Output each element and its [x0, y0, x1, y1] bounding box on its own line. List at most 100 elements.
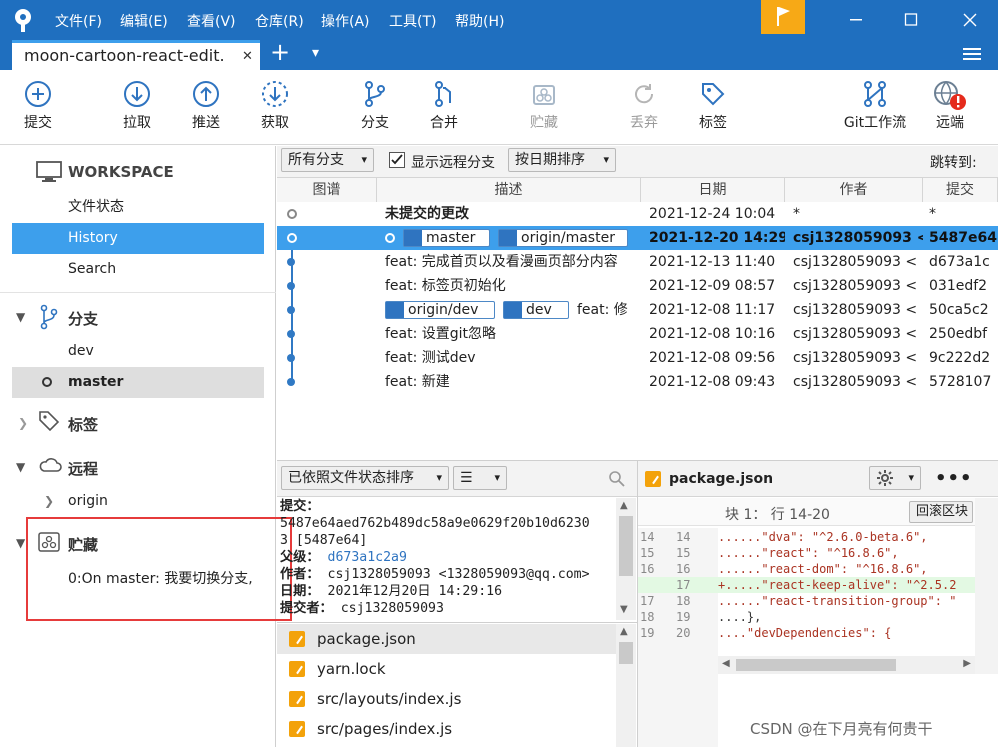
- merge-icon: [435, 81, 451, 107]
- menu-help[interactable]: 帮助(H): [455, 11, 504, 31]
- gitflow-button[interactable]: Git工作流: [840, 80, 910, 132]
- commit-row[interactable]: feat: 新建 2021-12-08 09:43 csj1328059093 …: [277, 370, 998, 394]
- tag-label: 标签: [699, 115, 727, 131]
- commit-row[interactable]: feat: 测试dev 2021-12-08 09:56 csj13280590…: [277, 346, 998, 370]
- flag-button[interactable]: [761, 0, 805, 34]
- gear-icon: [877, 470, 893, 486]
- menu-edit[interactable]: 编辑(E): [120, 11, 168, 31]
- diff-vertical-scrollbar[interactable]: [975, 498, 998, 674]
- diff-horizontal-scrollbar[interactable]: ◀ ▶: [718, 656, 975, 674]
- tag-button[interactable]: 标签: [681, 80, 745, 132]
- menu-tools[interactable]: 工具(T): [389, 11, 436, 31]
- commit-date: 2021-12-08 11:17: [649, 302, 776, 318]
- details-commit-hash-2: 3 [5487e64]: [280, 533, 368, 548]
- menu-actions[interactable]: 操作(A): [321, 11, 370, 31]
- sidebar-item-branch-dev[interactable]: dev: [12, 336, 264, 367]
- sidebar-item-history[interactable]: History: [12, 223, 264, 254]
- fetch-button[interactable]: 获取: [243, 80, 307, 132]
- close-window-button[interactable]: [944, 0, 996, 40]
- remote-button[interactable]: 远端: [918, 80, 982, 132]
- branches-collapse-chevron-icon[interactable]: ▼: [16, 310, 25, 324]
- push-button[interactable]: 推送: [174, 80, 238, 132]
- parent-commit-link[interactable]: d673a1c2a9: [328, 550, 407, 565]
- files-scrollbar[interactable]: ▲: [616, 624, 636, 747]
- diff-settings-dropdown[interactable]: ▾: [869, 466, 921, 490]
- stash-item[interactable]: 0:On master: 我要切换分支,: [68, 568, 253, 588]
- stashes-collapse-chevron-icon[interactable]: ▼: [16, 536, 25, 550]
- jump-to-label[interactable]: 跳转到:: [930, 152, 977, 172]
- branch-button[interactable]: 分支: [343, 80, 407, 132]
- discard-label: 丢弃: [630, 115, 658, 131]
- diff-line: 19 20 ...."devDependencies": {: [640, 626, 892, 640]
- view-mode-dropdown[interactable]: ☰ ▾: [453, 466, 507, 490]
- sidebar: WORKSPACE 文件状态 History Search ▼ 分支 dev m…: [0, 146, 292, 747]
- head-marker-icon: [385, 233, 395, 243]
- commit-button[interactable]: 提交: [6, 80, 70, 132]
- tags-expand-chevron-icon[interactable]: ❯: [18, 416, 28, 430]
- arrow-down-circle-icon: [124, 81, 150, 107]
- commit-refs: origin/dev dev feat: 修: [385, 298, 641, 322]
- push-label: 推送: [192, 115, 220, 131]
- stash-button[interactable]: 贮藏: [512, 80, 576, 132]
- new-tab-button[interactable]: +: [270, 38, 290, 66]
- tab-close-icon[interactable]: ✕: [242, 49, 253, 64]
- ref-badge-dev[interactable]: dev: [503, 301, 569, 319]
- menu-view[interactable]: 查看(V): [187, 11, 236, 31]
- sidebar-item-file-status[interactable]: 文件状态: [12, 192, 264, 223]
- minimize-button[interactable]: [830, 0, 882, 40]
- menu-repository[interactable]: 仓库(R): [255, 11, 304, 31]
- changed-file-row[interactable]: yarn.lock: [277, 654, 616, 684]
- commit-row[interactable]: 未提交的更改 2021-12-24 10:04 * *: [277, 202, 998, 226]
- workspace-heading: WORKSPACE: [68, 163, 174, 181]
- show-remote-checkbox[interactable]: [389, 152, 405, 168]
- hamburger-menu-button[interactable]: [962, 44, 982, 64]
- scroll-up-arrow-icon[interactable]: ▲: [620, 500, 628, 511]
- branches-filter-dropdown[interactable]: 所有分支 ▾: [281, 148, 374, 172]
- commit-row-selected[interactable]: master origin/master 2021-12-20 14:29 csj…: [277, 226, 998, 250]
- sidebar-item-branch-master[interactable]: master: [12, 367, 264, 398]
- changed-file-row[interactable]: src/pages/index.js: [277, 714, 616, 744]
- scroll-left-arrow-icon[interactable]: ◀: [722, 658, 730, 669]
- tab-dropdown-icon[interactable]: ▾: [312, 45, 319, 61]
- sort-dropdown[interactable]: 按日期排序 ▾: [508, 148, 616, 172]
- merge-button[interactable]: 合并: [412, 80, 476, 132]
- discard-button[interactable]: 丢弃: [612, 80, 676, 132]
- maximize-button[interactable]: [885, 0, 937, 40]
- changed-file-row[interactable]: src/layouts/index.js: [277, 684, 616, 714]
- commit-author: *: [793, 206, 800, 222]
- ref-badge-origin-master[interactable]: origin/master: [498, 229, 628, 247]
- commit-date: 2021-12-08 09:56: [649, 350, 776, 366]
- menu-file[interactable]: 文件(F): [55, 11, 102, 31]
- commit-row[interactable]: origin/dev dev feat: 修 2021-12-08 11:17 cs…: [277, 298, 998, 322]
- pull-button[interactable]: 拉取: [105, 80, 169, 132]
- column-author[interactable]: 作者: [785, 178, 923, 202]
- commit-row[interactable]: feat: 标签页初始化 2021-12-09 08:57 csj1328059…: [277, 274, 998, 298]
- changed-file-row[interactable]: package.json: [277, 624, 616, 654]
- arrow-up-circle-icon: [193, 81, 219, 107]
- scroll-down-arrow-icon[interactable]: ▼: [620, 604, 628, 615]
- commit-row[interactable]: feat: 完成首页以及看漫画页部分内容 2021-12-13 11:40 cs…: [277, 250, 998, 274]
- sidebar-item-remote-origin[interactable]: origin: [12, 486, 264, 517]
- cloud-icon: [38, 456, 62, 478]
- column-graph[interactable]: 图谱: [277, 178, 377, 202]
- scroll-up-arrow-icon[interactable]: ▲: [620, 626, 628, 637]
- scroll-right-arrow-icon[interactable]: ▶: [963, 658, 971, 669]
- details-scrollbar[interactable]: ▲ ▼: [616, 498, 636, 620]
- column-description[interactable]: 描述: [377, 178, 641, 202]
- revert-hunk-button[interactable]: 回滚区块: [909, 501, 973, 523]
- column-commit[interactable]: 提交: [923, 178, 998, 202]
- commit-row[interactable]: feat: 设置git忽略 2021-12-08 10:16 csj132805…: [277, 322, 998, 346]
- list-view-icon: ☰: [460, 470, 473, 486]
- remotes-collapse-chevron-icon[interactable]: ▼: [16, 460, 25, 474]
- ref-badge-master[interactable]: master: [403, 229, 490, 247]
- column-date[interactable]: 日期: [641, 178, 785, 202]
- file-sort-dropdown[interactable]: 已依照文件状态排序 ▾: [281, 466, 449, 490]
- sidebar-item-search[interactable]: Search: [12, 254, 264, 285]
- commit-date: 2021-12-20 14:29: [649, 230, 785, 246]
- repo-tab[interactable]: moon-cartoon-react-edit. ✕: [12, 40, 260, 70]
- file-modified-icon: [289, 721, 305, 737]
- more-options-icon[interactable]: •••: [935, 468, 973, 489]
- ref-badge-origin-dev[interactable]: origin/dev: [385, 301, 495, 319]
- checkmark-icon: [391, 154, 403, 165]
- search-icon[interactable]: [608, 470, 626, 492]
